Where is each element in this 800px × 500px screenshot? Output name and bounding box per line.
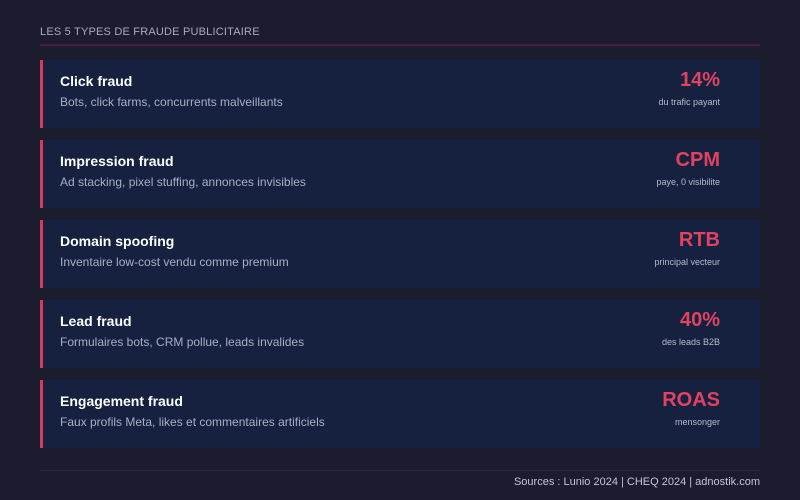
card-description: Faux profils Meta, likes et commentaires…	[60, 415, 325, 429]
card-metric: CPM	[675, 149, 720, 171]
card-title: Impression fraud	[60, 153, 174, 169]
footer-sources: Sources : Lunio 2024 | CHEQ 2024 | adnos…	[513, 476, 760, 488]
card-description: Bots, click farms, concurrents malveilla…	[60, 95, 283, 109]
card-metric: RTB	[678, 229, 720, 251]
section-header: LES 5 TYPES DE FRAUDE PUBLICITAIRE	[40, 26, 760, 46]
card-metric-caption: principal vecteur	[654, 257, 720, 267]
footer-divider	[40, 470, 760, 471]
fraud-card-click: Click fraud Bots, click farms, concurren…	[40, 60, 760, 128]
card-title: Engagement fraud	[60, 393, 183, 409]
fraud-card-impression: Impression fraud Ad stacking, pixel stuf…	[40, 140, 760, 208]
card-title: Lead fraud	[60, 313, 132, 329]
card-title: Click fraud	[60, 73, 133, 89]
card-metric: 40%	[679, 309, 720, 331]
card-title: Domain spoofing	[60, 233, 175, 249]
fraud-card-lead: Lead fraud Formulaires bots, CRM pollue,…	[40, 300, 760, 368]
card-description: Inventaire low-cost vendu comme premium	[60, 255, 289, 269]
card-metric: 14%	[679, 69, 720, 91]
card-metric-caption: paye, 0 visibilite	[656, 177, 720, 187]
card-metric-caption: du trafic payant	[658, 97, 720, 107]
card-description: Ad stacking, pixel stuffing, annonces in…	[60, 175, 306, 189]
card-metric: ROAS	[662, 389, 720, 411]
fraud-card-domain-spoofing: Domain spoofing Inventaire low-cost vend…	[40, 220, 760, 288]
fraud-card-engagement: Engagement fraud Faux profils Meta, like…	[40, 380, 760, 448]
page-title: LES 5 TYPES DE FRAUDE PUBLICITAIRE	[40, 26, 260, 38]
card-description: Formulaires bots, CRM pollue, leads inva…	[60, 335, 305, 349]
card-metric-caption: mensonger	[674, 417, 720, 427]
card-metric-caption: des leads B2B	[661, 337, 720, 347]
